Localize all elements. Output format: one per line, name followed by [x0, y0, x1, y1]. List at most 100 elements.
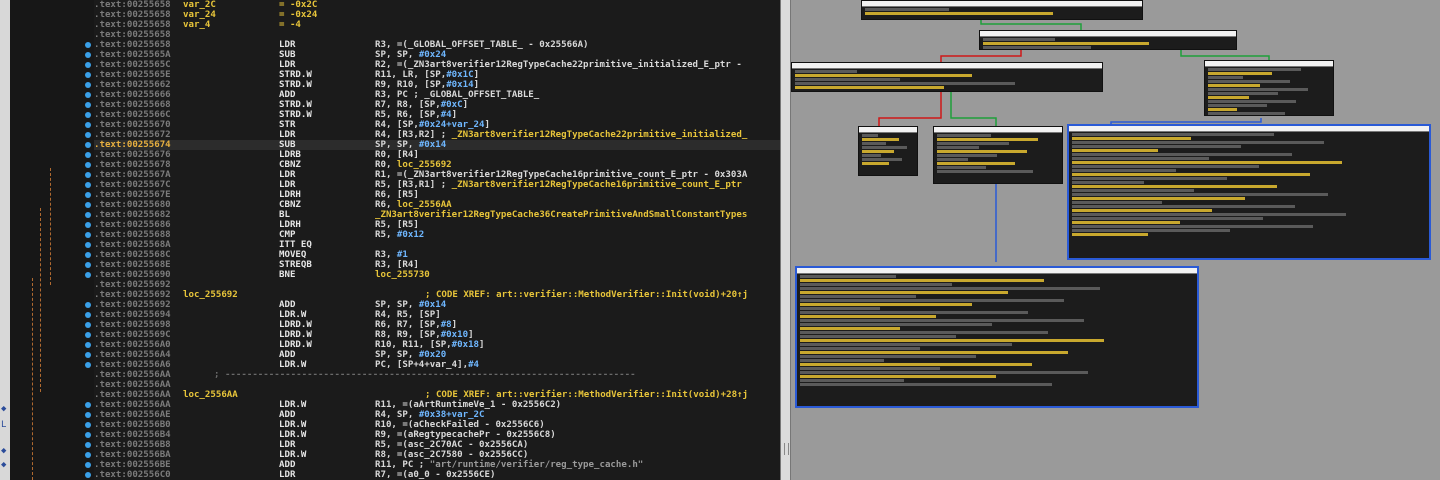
disassembly-listing[interactable]: .text:00255658 var_2C = -0x2C .text:0025565…	[94, 0, 780, 480]
breakpoint-dot-icon[interactable]	[85, 242, 91, 248]
row-operands[interactable]: R5, [R5]	[375, 220, 419, 230]
row-operands[interactable]: SP, SP, #0x20	[375, 350, 446, 360]
row-operands[interactable]: R6, [R5]	[375, 190, 419, 200]
row-operands[interactable]: PC, [SP+4+var_4],#4	[375, 360, 479, 370]
breakpoint-dot-icon[interactable]	[85, 82, 91, 88]
listing-row[interactable]: .text:002556B0 LDR.W R10, =(aCheckFailed -…	[94, 420, 780, 430]
row-operands[interactable]: R6, loc_2556AA	[375, 200, 452, 210]
row-operands[interactable]: R4, R5, [SP]	[375, 310, 441, 320]
row-operands[interactable]: R11, PC ; "art/runtime/verifier/reg_type…	[375, 460, 643, 470]
listing-row[interactable]: .text:0025565C LDR R2, =(_ZN3art8verifier1…	[94, 60, 780, 70]
listing-row[interactable]: .text:00255670 STR R4, [SP,#0x24+var_24]	[94, 120, 780, 130]
row-operands[interactable]: R3, =(_GLOBAL_OFFSET_TABLE_ - 0x25566A)	[375, 40, 589, 50]
row-operands[interactable]: R5, R6, [SP,#4]	[375, 110, 457, 120]
row-operands[interactable]: R9, =(aRegtypecachePr - 0x2556C8)	[375, 430, 556, 440]
row-operands[interactable]: R5, #0x12	[375, 230, 424, 240]
breakpoint-dot-icon[interactable]	[85, 62, 91, 68]
breakpoint-dot-icon[interactable]	[85, 362, 91, 368]
row-operands[interactable]: SP, SP, #0x14	[375, 140, 446, 150]
listing-row[interactable]: .text:00255658 var_24 = -0x24	[94, 10, 780, 20]
row-label[interactable]: var_2C	[183, 0, 216, 10]
row-operands[interactable]: R5, [R3,R1] ; _ZN3art8verifier12RegTypeC…	[375, 180, 742, 190]
breakpoint-dot-icon[interactable]	[85, 52, 91, 58]
listing-row[interactable]: .text:00255674 SUB SP, SP, #0x14	[94, 140, 780, 150]
breakpoint-dot-icon[interactable]	[85, 312, 91, 318]
row-operands[interactable]: R9, R10, [SP,#0x14]	[375, 80, 479, 90]
listing-row[interactable]: .text:002556A0 LDRD.W R10, R11, [SP,#0x18]	[94, 340, 780, 350]
row-operands[interactable]: R8, =(asc_2C7580 - 0x2556CC)	[375, 450, 528, 460]
breakpoint-dot-icon[interactable]	[85, 252, 91, 258]
listing-row[interactable]: .text:002556BE ADD R11, PC ; "art/runtime/…	[94, 460, 780, 470]
xref-comment[interactable]: ; CODE XREF: art::verifier::MethodVerifi…	[425, 390, 748, 400]
graph-node[interactable]	[795, 266, 1199, 408]
row-operands[interactable]: = -0x24	[279, 10, 317, 20]
breakpoint-dot-icon[interactable]	[85, 442, 91, 448]
listing-row[interactable]: .text:002556AA LDR.W R11, =(aArtRuntimeVe_…	[94, 400, 780, 410]
breakpoint-dot-icon[interactable]	[85, 72, 91, 78]
row-operands[interactable]: SP, SP, #0x14	[375, 300, 446, 310]
breakpoint-dot-icon[interactable]	[85, 202, 91, 208]
row-label[interactable]: loc_2556AA	[183, 390, 238, 400]
breakpoint-dot-icon[interactable]	[85, 172, 91, 178]
listing-row[interactable]: .text:0025565E STRD.W R11, LR, [SP,#0x1C]	[94, 70, 780, 80]
listing-row[interactable]: .text:00255680 CBNZ R6, loc_2556AA	[94, 200, 780, 210]
listing-row[interactable]: .text:002556A4 ADD SP, SP, #0x20	[94, 350, 780, 360]
listing-row[interactable]: .text:00255668 STRD.W R7, R8, [SP,#0xC]	[94, 100, 780, 110]
breakpoint-dot-icon[interactable]	[85, 232, 91, 238]
listing-row[interactable]: .text:00255666 ADD R3, PC ; _GLOBAL_OFFSET…	[94, 90, 780, 100]
breakpoint-dot-icon[interactable]	[85, 132, 91, 138]
row-operands[interactable]: R3, #1	[375, 250, 408, 260]
breakpoint-gutter[interactable]	[10, 0, 94, 480]
listing-row[interactable]: .text:00255692 loc_255692 ; CODE XREF: art…	[94, 290, 780, 300]
row-operands[interactable]: R0, [R4]	[375, 150, 419, 160]
breakpoint-dot-icon[interactable]	[85, 302, 91, 308]
listing-row[interactable]: .text:002556B8 LDR R5, =(asc_2C70AC - 0x25…	[94, 440, 780, 450]
breakpoint-dot-icon[interactable]	[85, 122, 91, 128]
row-label[interactable]: var_4	[183, 20, 210, 30]
listing-row[interactable]: .text:002556C0 LDR R7, =(a0_0 - 0x2556CE)	[94, 470, 780, 480]
pane-splitter[interactable]	[780, 0, 791, 480]
tool-icon[interactable]: ◆	[1, 404, 9, 414]
listing-row[interactable]: .text:00255692 ADD SP, SP, #0x14	[94, 300, 780, 310]
breakpoint-dot-icon[interactable]	[85, 182, 91, 188]
row-operands[interactable]: R1, =(_ZN3art8verifier12RegTypeCache16pr…	[375, 170, 747, 180]
breakpoint-dot-icon[interactable]	[85, 452, 91, 458]
listing-row[interactable]: .text:0025569C LDRD.W R8, R9, [SP,#0x10]	[94, 330, 780, 340]
breakpoint-dot-icon[interactable]	[85, 102, 91, 108]
listing-row[interactable]: .text:0025568A ITT EQ	[94, 240, 780, 250]
breakpoint-dot-icon[interactable]	[85, 262, 91, 268]
listing-row[interactable]: .text:00255672 LDR R4, [R3,R2] ; _ZN3art8v…	[94, 130, 780, 140]
listing-row[interactable]: .text:002556AA ; ------------------------…	[94, 370, 780, 380]
breakpoint-dot-icon[interactable]	[85, 332, 91, 338]
row-operands[interactable]: _ZN3art8verifier12RegTypeCache36CreatePr…	[375, 210, 747, 220]
breakpoint-dot-icon[interactable]	[85, 422, 91, 428]
graph-node[interactable]	[933, 126, 1063, 184]
row-operands[interactable]: R4, SP, #0x38+var_2C	[375, 410, 485, 420]
row-operands[interactable]: R7, =(a0_0 - 0x2556CE)	[375, 470, 495, 480]
breakpoint-dot-icon[interactable]	[85, 92, 91, 98]
listing-row[interactable]: .text:002556AE ADD R4, SP, #0x38+var_2C	[94, 410, 780, 420]
listing-row[interactable]: .text:0025567E LDRH R6, [R5]	[94, 190, 780, 200]
graph-overview-pane[interactable]	[791, 0, 1440, 480]
breakpoint-dot-icon[interactable]	[85, 402, 91, 408]
listing-row[interactable]: .text:0025567A LDR R1, =(_ZN3art8verifier1…	[94, 170, 780, 180]
listing-row[interactable]: .text:0025568E STREQB R3, [R4]	[94, 260, 780, 270]
row-operands[interactable]: R0, loc_255692	[375, 160, 452, 170]
breakpoint-dot-icon[interactable]	[85, 342, 91, 348]
graph-node[interactable]	[791, 62, 1103, 92]
breakpoint-dot-icon[interactable]	[85, 152, 91, 158]
listing-row[interactable]: .text:002556BA LDR.W R8, =(asc_2C7580 - 0x…	[94, 450, 780, 460]
listing-row[interactable]: .text:00255658 var_2C = -0x2C	[94, 0, 780, 10]
row-operands[interactable]: R3, PC ; _GLOBAL_OFFSET_TABLE_	[375, 90, 539, 100]
breakpoint-dot-icon[interactable]	[85, 142, 91, 148]
graph-node[interactable]	[858, 126, 918, 176]
graph-node[interactable]	[861, 0, 1143, 20]
row-operands[interactable]: R10, R11, [SP,#0x18]	[375, 340, 485, 350]
row-operands[interactable]: R2, =(_ZN3art8verifier12RegTypeCache22pr…	[375, 60, 747, 70]
listing-row[interactable]: .text:002556AA	[94, 380, 780, 390]
listing-row[interactable]: .text:00255662 STRD.W R9, R10, [SP,#0x14]	[94, 80, 780, 90]
splitter-grip-icon[interactable]	[784, 443, 789, 455]
row-operands[interactable]: R4, [R3,R2] ; _ZN3art8verifier12RegTypeC…	[375, 130, 747, 140]
row-operands[interactable]: R4, [SP,#0x24+var_24]	[375, 120, 490, 130]
row-operands[interactable]: = -4	[279, 20, 301, 30]
